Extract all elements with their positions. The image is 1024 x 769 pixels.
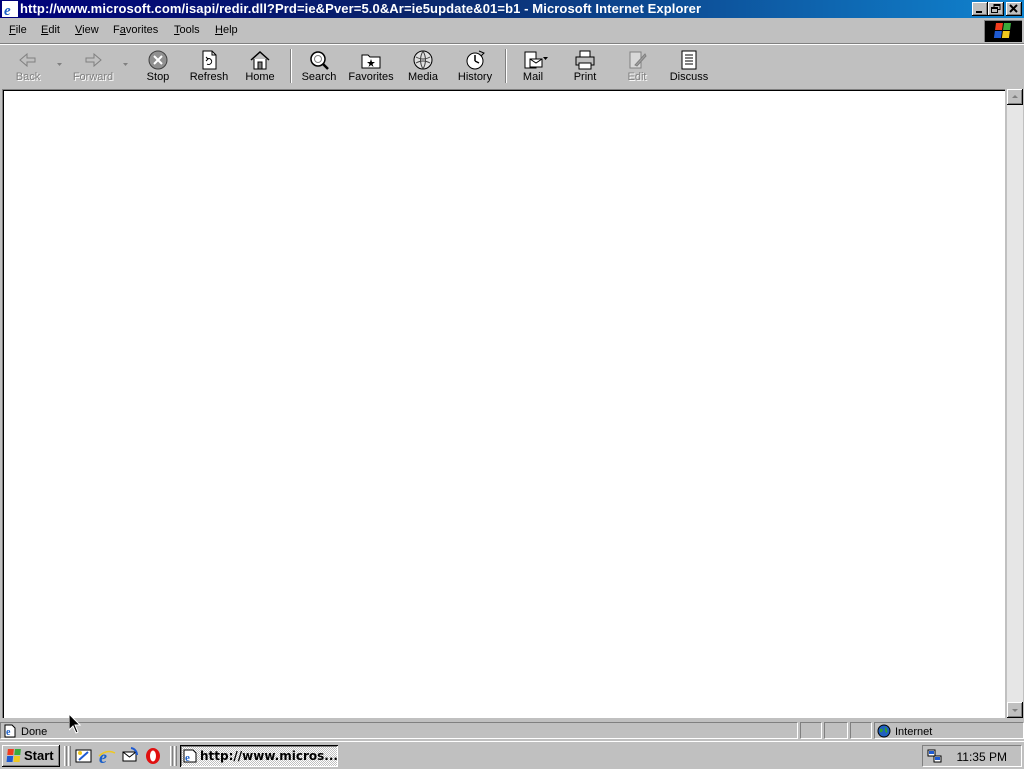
back-button[interactable]: Back <box>8 47 48 85</box>
quicklaunch-separator <box>64 746 67 766</box>
search-button[interactable]: Search <box>298 47 340 85</box>
task-button-internet-explorer[interactable]: e http://www.micros... <box>180 745 338 767</box>
scroll-down-arrow-icon <box>1012 709 1018 712</box>
menu-view[interactable]: View <box>75 24 99 36</box>
stop-icon <box>148 50 168 70</box>
home-button[interactable]: Home <box>240 47 280 85</box>
mail-icon <box>524 51 543 69</box>
svg-text:e: e <box>6 727 11 738</box>
history-icon <box>466 50 485 70</box>
search-icon <box>310 51 329 70</box>
status-main-panel: e Done <box>0 722 798 739</box>
status-bar: e Done Internet <box>0 720 1024 740</box>
close-button[interactable] <box>1006 2 1022 16</box>
edit-button[interactable]: Edit <box>620 47 654 85</box>
page-viewport[interactable] <box>2 89 1005 718</box>
favorites-folder-icon <box>361 54 381 69</box>
title-bar[interactable]: e http://www.microsoft.com/isapi/redir.d… <box>0 0 1024 18</box>
minimize-button[interactable] <box>972 2 988 16</box>
svg-text:e: e <box>99 747 107 765</box>
page-done-icon: e <box>4 724 16 738</box>
show-desktop-icon[interactable] <box>75 747 93 765</box>
svg-text:e: e <box>4 3 11 17</box>
home-icon <box>250 50 270 70</box>
start-button[interactable]: Start <box>2 745 60 767</box>
restore-button[interactable] <box>988 2 1004 16</box>
forward-arrow-icon <box>85 52 102 68</box>
stop-button[interactable]: Stop <box>138 47 178 85</box>
taskbar: Start e e http://www.micros... 11:35 PM <box>0 741 1024 769</box>
history-button[interactable]: History <box>453 47 497 85</box>
status-zone-panel: Internet <box>874 722 1024 739</box>
scroll-down-button[interactable] <box>1007 702 1023 718</box>
ie-icon: e <box>2 1 18 17</box>
refresh-icon <box>202 50 217 70</box>
opera-launch-icon[interactable] <box>144 747 162 765</box>
forward-button[interactable]: Forward <box>68 47 118 85</box>
tasks-separator <box>170 746 173 766</box>
svg-text:e: e <box>185 752 190 763</box>
quicklaunch-grip[interactable] <box>68 746 71 766</box>
status-panel-security <box>850 722 872 739</box>
content-area <box>0 87 1024 719</box>
tasks-grip[interactable] <box>174 746 177 766</box>
windows-logo-icon <box>984 20 1022 42</box>
minimize-icon <box>976 11 982 13</box>
discuss-button[interactable]: Discuss <box>666 47 712 85</box>
network-tray-icon[interactable] <box>927 748 943 764</box>
toolbar-separator <box>290 49 292 83</box>
menu-edit[interactable]: Edit <box>41 24 60 36</box>
print-button[interactable]: Print <box>566 47 604 85</box>
menu-bar: File Edit View Favorites Tools Help <box>0 19 1024 44</box>
toolbar-separator <box>505 49 507 83</box>
status-panel-offline <box>824 722 848 739</box>
close-icon <box>1009 4 1018 13</box>
discuss-icon <box>681 50 697 70</box>
scroll-up-button[interactable] <box>1007 89 1023 105</box>
restore-icon <box>991 4 1001 13</box>
back-dropdown-icon[interactable] <box>57 63 62 66</box>
printer-icon <box>575 50 595 70</box>
back-arrow-icon <box>19 52 36 68</box>
menu-favorites[interactable]: Favorites <box>113 24 158 36</box>
taskbar-clock[interactable]: 11:35 PM <box>957 750 1007 764</box>
media-button[interactable]: Media <box>403 47 443 85</box>
menu-tools[interactable]: Tools <box>174 24 200 36</box>
outlook-express-icon[interactable] <box>121 747 139 765</box>
refresh-button[interactable]: Refresh <box>186 47 232 85</box>
favorites-button[interactable]: Favorites <box>346 47 396 85</box>
internet-explorer-launch-icon[interactable]: e <box>98 747 116 765</box>
standard-toolbar: Back Forward Stop Refresh Home Search Fa… <box>0 44 1024 88</box>
vertical-scrollbar[interactable] <box>1007 89 1023 718</box>
edit-page-icon <box>629 51 647 69</box>
menu-file[interactable]: File <box>9 24 27 36</box>
mail-button[interactable]: Mail <box>514 47 552 85</box>
mouse-cursor-icon <box>69 714 81 734</box>
media-globe-icon <box>413 50 433 70</box>
security-zone-label: Internet <box>895 726 933 738</box>
ie-page-icon: e <box>183 749 197 763</box>
internet-globe-icon <box>877 724 891 738</box>
scroll-up-arrow-icon <box>1012 95 1018 98</box>
window-title: http://www.microsoft.com/isapi/redir.dll… <box>20 1 702 16</box>
system-tray: 11:35 PM <box>922 745 1022 767</box>
windows-flag-icon <box>6 749 21 762</box>
status-panel-progress <box>800 722 822 739</box>
forward-dropdown-icon[interactable] <box>123 63 128 66</box>
menu-help[interactable]: Help <box>215 24 238 36</box>
mail-dropdown-icon[interactable] <box>543 57 548 60</box>
status-text: Done <box>21 726 48 738</box>
